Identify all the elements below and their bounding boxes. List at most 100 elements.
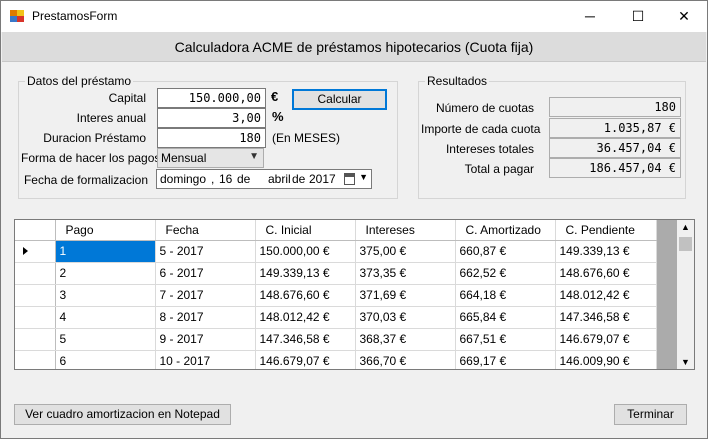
table-cell[interactable]: 148.012,42 € bbox=[555, 284, 657, 307]
importe-label: Importe de cada cuota bbox=[421, 122, 541, 136]
fecha-year: 2017 bbox=[309, 172, 336, 186]
fecha-datepicker[interactable]: domingo , 16 de abril de 2017 ▼ bbox=[156, 169, 372, 189]
table-cell[interactable]: 146.679,07 € bbox=[255, 350, 356, 369]
table-cell[interactable]: 6 - 2017 bbox=[155, 262, 256, 285]
header-banner: Calculadora ACME de préstamos hipotecari… bbox=[2, 32, 706, 62]
table-row[interactable]: 59 - 2017 147.346,58 €368,37 €667,51 €146… bbox=[15, 328, 657, 351]
table-cell[interactable]: 148.676,60 € bbox=[255, 284, 356, 307]
calendar-icon bbox=[344, 173, 355, 185]
fecha-label: Fecha de formalizacion bbox=[23, 173, 148, 187]
fecha-day: 16 bbox=[219, 172, 233, 186]
table-cell[interactable]: 5 - 2017 bbox=[155, 240, 256, 263]
table-cell[interactable]: 147.346,58 € bbox=[255, 328, 356, 351]
column-header[interactable]: Pago bbox=[55, 220, 156, 241]
fecha-de1: de bbox=[237, 172, 251, 186]
scroll-down-icon[interactable]: ▼ bbox=[681, 357, 690, 367]
table-cell[interactable]: 664,18 € bbox=[455, 284, 556, 307]
chevron-down-icon: ▼ bbox=[359, 172, 368, 182]
table-cell[interactable]: 375,00 € bbox=[355, 240, 456, 263]
row-header-corner bbox=[15, 220, 56, 241]
header-title: Calculadora ACME de préstamos hipotecari… bbox=[174, 39, 534, 55]
table-cell[interactable]: 148.012,42 € bbox=[255, 306, 356, 329]
table-cell[interactable]: 10 - 2017 bbox=[155, 350, 256, 369]
table-cell[interactable]: 4 bbox=[55, 306, 156, 329]
table-cell[interactable]: 1 bbox=[55, 240, 156, 263]
capital-input[interactable]: 150.000,00 bbox=[157, 88, 266, 108]
table-cell[interactable]: 149.339,13 € bbox=[555, 240, 657, 263]
table-cell[interactable]: 5 bbox=[55, 328, 156, 351]
total-value: 186.457,04 € bbox=[549, 158, 681, 178]
title-bar: PrestamosForm ─ ☐ ✕ bbox=[1, 1, 707, 32]
app-icon bbox=[10, 10, 24, 22]
resultados-group-label: Resultados bbox=[425, 74, 490, 88]
calcular-button[interactable]: Calcular bbox=[292, 89, 387, 110]
minimize-button[interactable]: ─ bbox=[567, 1, 613, 32]
column-header[interactable]: Fecha bbox=[155, 220, 256, 241]
num-cuotas-label: Número de cuotas bbox=[435, 101, 534, 115]
scroll-thumb[interactable] bbox=[679, 237, 692, 251]
interes-unit: % bbox=[272, 109, 284, 124]
notepad-button[interactable]: Ver cuadro amortizacion en Notepad bbox=[14, 404, 231, 425]
total-label: Total a pagar bbox=[464, 162, 534, 176]
table-cell[interactable]: 669,17 € bbox=[455, 350, 556, 369]
table-cell[interactable]: 149.339,13 € bbox=[255, 262, 356, 285]
forma-select[interactable]: Mensual ▼ bbox=[157, 148, 264, 168]
row-header[interactable] bbox=[15, 262, 56, 285]
table-row[interactable]: 26 - 2017 149.339,13 €373,35 €662,52 €148… bbox=[15, 262, 657, 285]
intereses-label: Intereses totales bbox=[445, 142, 534, 156]
table-cell[interactable]: 9 - 2017 bbox=[155, 328, 256, 351]
amortizacion-grid[interactable]: Pago Fecha C. Inicial Intereses C. Amort… bbox=[14, 219, 695, 370]
table-cell[interactable]: 373,35 € bbox=[355, 262, 456, 285]
table-row[interactable]: 48 - 2017 148.012,42 €370,03 €665,84 €147… bbox=[15, 306, 657, 329]
fecha-weekday: domingo bbox=[160, 172, 207, 186]
vertical-scrollbar[interactable]: ▲ ▼ bbox=[677, 220, 694, 369]
capital-label: Capital bbox=[108, 91, 146, 105]
table-row[interactable]: 6 10 - 2017 146.679,07 €366,70 €669,17 €14… bbox=[15, 350, 657, 369]
current-row-arrow-icon bbox=[23, 247, 28, 255]
column-header[interactable]: C. Amortizado bbox=[455, 220, 556, 241]
table-cell[interactable]: 667,51 € bbox=[455, 328, 556, 351]
amortizacion-table: Pago Fecha C. Inicial Intereses C. Amort… bbox=[15, 220, 657, 369]
table-cell[interactable]: 371,69 € bbox=[355, 284, 456, 307]
num-cuotas-value: 180 bbox=[549, 97, 681, 117]
column-header[interactable]: C. Inicial bbox=[255, 220, 356, 241]
table-cell[interactable]: 8 - 2017 bbox=[155, 306, 256, 329]
fecha-month: abril bbox=[268, 172, 291, 186]
terminar-button[interactable]: Terminar bbox=[614, 404, 687, 425]
row-header[interactable] bbox=[15, 284, 56, 307]
table-cell[interactable]: 660,87 € bbox=[455, 240, 556, 263]
interes-label: Interes anual bbox=[76, 111, 146, 125]
table-cell[interactable]: 146.679,07 € bbox=[555, 328, 657, 351]
table-cell[interactable]: 368,37 € bbox=[355, 328, 456, 351]
table-cell[interactable]: 665,84 € bbox=[455, 306, 556, 329]
table-cell[interactable]: 366,70 € bbox=[355, 350, 456, 369]
table-cell[interactable]: 7 - 2017 bbox=[155, 284, 256, 307]
row-header[interactable] bbox=[15, 328, 56, 351]
maximize-button[interactable]: ☐ bbox=[615, 1, 661, 32]
duracion-unit: (En MESES) bbox=[272, 131, 341, 145]
table-cell[interactable]: 150.000,00 € bbox=[255, 240, 356, 263]
column-header[interactable]: C. Pendiente bbox=[555, 220, 657, 241]
table-cell[interactable]: 662,52 € bbox=[455, 262, 556, 285]
row-header[interactable] bbox=[15, 350, 56, 369]
scroll-up-icon[interactable]: ▲ bbox=[681, 222, 690, 232]
row-header[interactable] bbox=[15, 240, 56, 263]
interes-input[interactable]: 3,00 bbox=[157, 108, 266, 128]
table-cell[interactable]: 370,03 € bbox=[355, 306, 456, 329]
duracion-label: Duracion Préstamo bbox=[43, 131, 146, 145]
duracion-input[interactable]: 180 bbox=[157, 128, 266, 148]
table-cell[interactable]: 148.676,60 € bbox=[555, 262, 657, 285]
table-cell[interactable]: 146.009,90 € bbox=[555, 350, 657, 369]
intereses-value: 36.457,04 € bbox=[549, 138, 681, 158]
table-row[interactable]: 15 - 2017 150.000,00 €375,00 €660,87 €149… bbox=[15, 240, 657, 263]
chevron-down-icon: ▼ bbox=[249, 151, 259, 162]
row-header[interactable] bbox=[15, 306, 56, 329]
table-cell[interactable]: 6 bbox=[55, 350, 156, 369]
table-cell[interactable]: 3 bbox=[55, 284, 156, 307]
table-row[interactable]: 37 - 2017 148.676,60 €371,69 €664,18 €148… bbox=[15, 284, 657, 307]
column-header[interactable]: Intereses bbox=[355, 220, 456, 241]
table-cell[interactable]: 2 bbox=[55, 262, 156, 285]
fecha-de2: de bbox=[292, 172, 306, 186]
table-cell[interactable]: 147.346,58 € bbox=[555, 306, 657, 329]
close-button[interactable]: ✕ bbox=[661, 1, 707, 32]
